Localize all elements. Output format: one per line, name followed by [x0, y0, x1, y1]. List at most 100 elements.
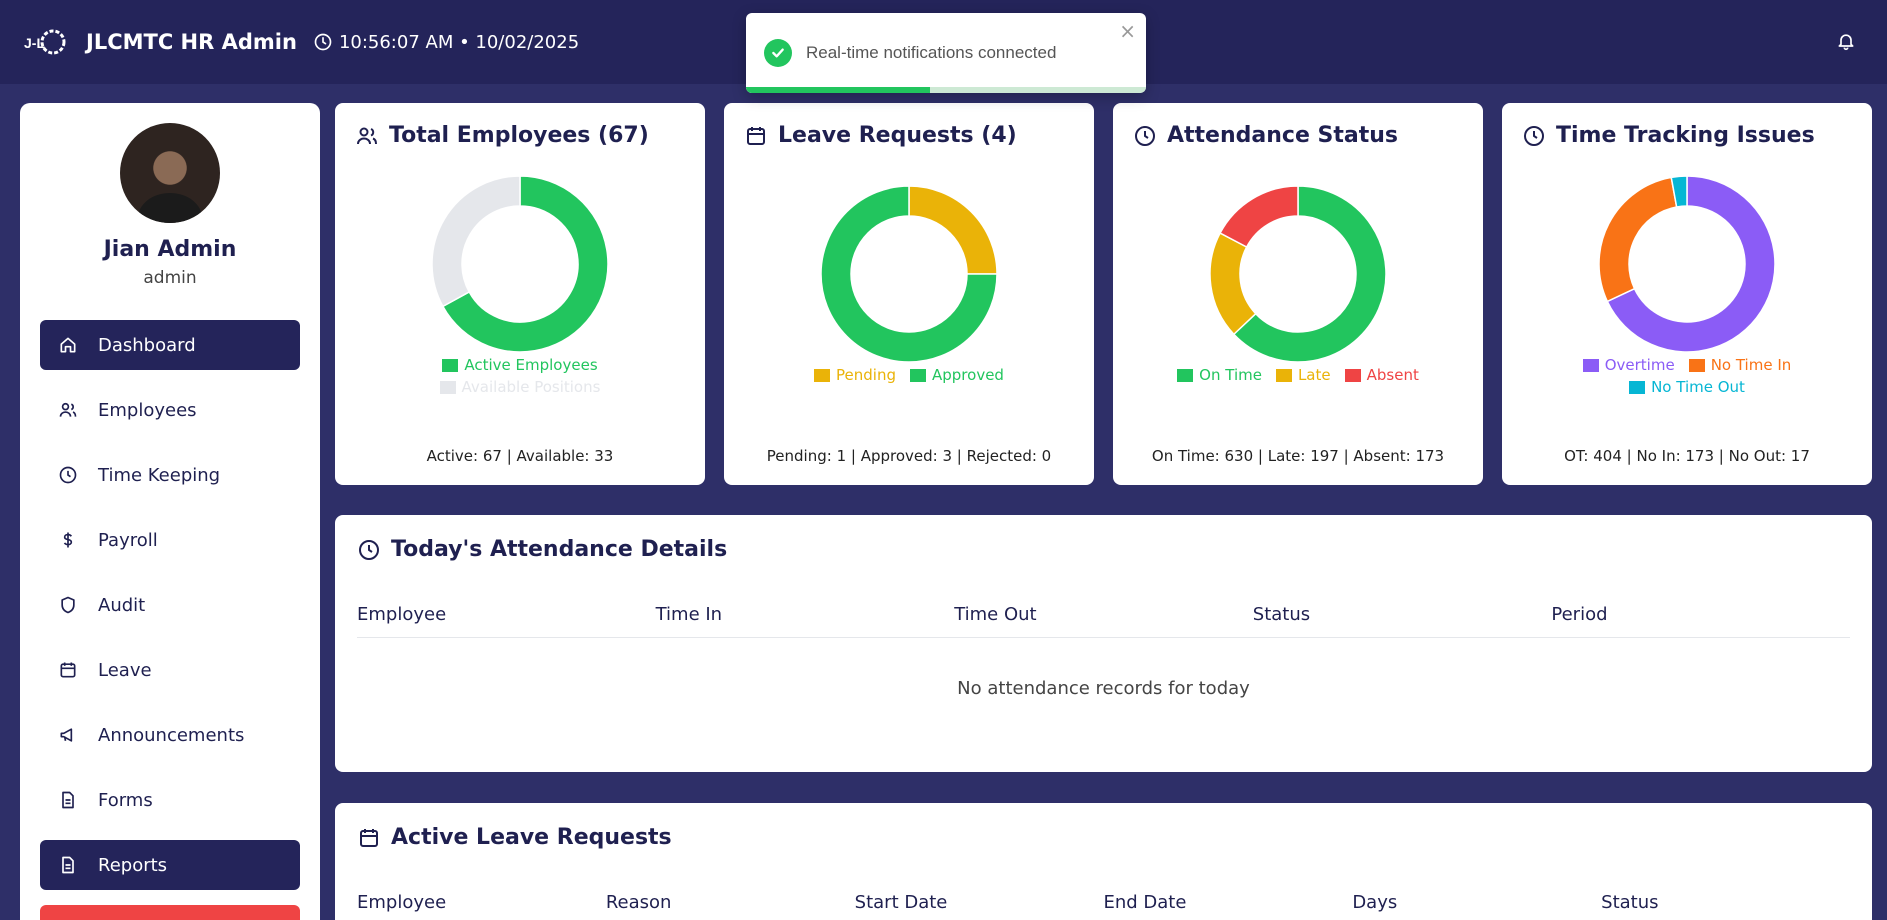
column-header-start-date[interactable]: Start Date: [855, 892, 1104, 913]
user-role: admin: [143, 268, 197, 288]
column-header-status[interactable]: Status: [1601, 892, 1850, 913]
legend-swatch: [442, 358, 459, 372]
attendance-details-panel: Today's Attendance Details Employee Time…: [335, 515, 1872, 772]
card-title-text: Leave Requests (4): [778, 123, 1017, 148]
clock-icon: [1524, 125, 1544, 146]
card-summary: Active: 67 | Available: 33: [426, 447, 614, 465]
sidebar-item-payroll[interactable]: Payroll: [40, 515, 300, 565]
leave-table-header: Employee Reason Start Date End Date Days…: [357, 892, 1850, 920]
donut-chart-attendance: [1133, 186, 1463, 362]
check-icon: [764, 39, 792, 67]
users-icon: [357, 127, 377, 144]
column-header-reason[interactable]: Reason: [606, 892, 855, 913]
chart-legend: Overtime No Time In No Time Out: [1557, 356, 1817, 396]
empty-state-message: No attendance records for today: [957, 678, 1250, 699]
sidebar-item-reports[interactable]: Reports: [40, 840, 300, 890]
legend-label: Available Positions: [461, 378, 601, 396]
card-title: Time Tracking Issues: [1522, 123, 1852, 148]
sidebar-item-label: Dashboard: [98, 334, 196, 356]
legend-item-late[interactable]: Late: [1275, 366, 1331, 384]
sidebar-item-forms[interactable]: Forms: [40, 775, 300, 825]
column-header-period[interactable]: Period: [1551, 604, 1850, 625]
sidebar-item-label: Announcements: [98, 724, 245, 746]
panel-title-text: Active Leave Requests: [391, 825, 672, 850]
legend-label: Active Employees: [464, 356, 598, 374]
datetime-display: 10:56:07 AM • 10/02/2025: [313, 32, 579, 53]
card-title: Leave Requests (4): [744, 123, 1074, 148]
active-leave-requests-panel: Active Leave Requests Employee Reason St…: [335, 803, 1872, 920]
sidebar-item-announcements[interactable]: Announcements: [40, 710, 300, 760]
leave-requests-card: Leave Requests (4) Pending Approved Pend…: [724, 103, 1094, 485]
legend-label: Overtime: [1604, 356, 1675, 374]
sidebar-item-time-keeping[interactable]: Time Keeping: [40, 450, 300, 500]
sidebar-item-label: Reports: [98, 854, 168, 876]
panel-title: Today's Attendance Details: [357, 537, 1850, 562]
legend-item-pending[interactable]: Pending: [814, 366, 896, 384]
file-icon: [62, 856, 74, 874]
donut-chart-leave: [744, 186, 1074, 362]
avatar: [120, 123, 220, 223]
clock-icon: [359, 539, 379, 560]
legend-item-overtime[interactable]: Overtime: [1582, 356, 1675, 374]
sidebar-item-leave[interactable]: Leave: [40, 645, 300, 695]
column-header-time-out[interactable]: Time Out: [954, 604, 1253, 625]
sidebar-item-employees[interactable]: Employees: [40, 385, 300, 435]
notifications-button[interactable]: [1831, 26, 1861, 56]
sidebar-item-label: Audit: [98, 594, 146, 616]
legend-item-active-employees[interactable]: Active Employees: [442, 356, 598, 374]
donut-slice-available-positions[interactable]: [432, 176, 521, 308]
logo-icon: J-L: [24, 29, 66, 55]
notification-toast: Real-time notifications connected ×: [746, 13, 1146, 93]
legend-label: On Time: [1199, 366, 1262, 384]
clock-icon: [59, 466, 77, 484]
legend-item-on-time[interactable]: On Time: [1177, 366, 1262, 384]
legend-swatch: [1629, 380, 1646, 394]
sidebar-item-dashboard[interactable]: Dashboard: [40, 320, 300, 370]
close-icon[interactable]: ×: [1119, 19, 1136, 43]
legend-item-absent[interactable]: Absent: [1344, 366, 1419, 384]
donut-slice-pending[interactable]: [908, 186, 997, 275]
legend-swatch: [1177, 368, 1194, 382]
dollar-icon: [63, 532, 73, 548]
legend-item-no-time-out[interactable]: No Time Out: [1629, 378, 1745, 396]
legend-swatch: [814, 368, 831, 382]
time-tracking-card: Time Tracking Issues Overtime No Time In…: [1502, 103, 1872, 485]
legend-item-approved[interactable]: Approved: [910, 366, 1004, 384]
chart-legend: On Time Late Absent: [1133, 366, 1463, 384]
chart-legend: Active Employees Available Positions: [355, 356, 685, 396]
users-icon: [59, 402, 77, 417]
card-title-text: Time Tracking Issues: [1556, 123, 1815, 148]
legend-label: Absent: [1366, 366, 1419, 384]
megaphone-icon: [60, 728, 73, 742]
legend-item-no-time-in[interactable]: No Time In: [1688, 356, 1792, 374]
panel-title: Active Leave Requests: [357, 825, 1850, 850]
column-header-end-date[interactable]: End Date: [1103, 892, 1352, 913]
donut-slice-absent[interactable]: [1219, 186, 1299, 249]
toast-message: Real-time notifications connected: [806, 43, 1057, 62]
column-header-status[interactable]: Status: [1253, 604, 1552, 625]
bell-icon: [1838, 34, 1854, 51]
legend-swatch: [910, 368, 926, 382]
sidebar-item-label: Payroll: [98, 529, 158, 551]
attendance-status-card: Attendance Status On Time Late Absent On…: [1113, 103, 1483, 485]
sidebar: Jian Admin admin Dashboard Employees Tim…: [20, 103, 320, 920]
calendar-icon: [60, 662, 76, 678]
donut-slice-late[interactable]: [1210, 232, 1257, 336]
column-header-employee[interactable]: Employee: [357, 604, 656, 625]
file-icon: [62, 791, 74, 809]
home-icon: [60, 337, 76, 353]
column-header-time-in[interactable]: Time In: [656, 604, 955, 625]
card-summary: On Time: 630 | Late: 197 | Absent: 173: [1151, 447, 1445, 465]
svg-text:J-L: J-L: [24, 35, 45, 51]
sidebar-item-audit[interactable]: Audit: [40, 580, 300, 630]
donut-slice-no-time-in[interactable]: [1599, 176, 1678, 303]
legend-item-available-positions[interactable]: Available Positions: [439, 378, 601, 396]
legend-swatch: [439, 380, 456, 394]
sidebar-item-label: Time Keeping: [98, 464, 221, 486]
column-header-days[interactable]: Days: [1352, 892, 1601, 913]
legend-label: No Time In: [1710, 356, 1792, 374]
attendance-table-header: Employee Time In Time Out Status Period: [357, 604, 1850, 638]
legend-swatch: [1582, 358, 1599, 372]
logout-button[interactable]: [40, 905, 300, 920]
column-header-employee[interactable]: Employee: [357, 892, 606, 913]
